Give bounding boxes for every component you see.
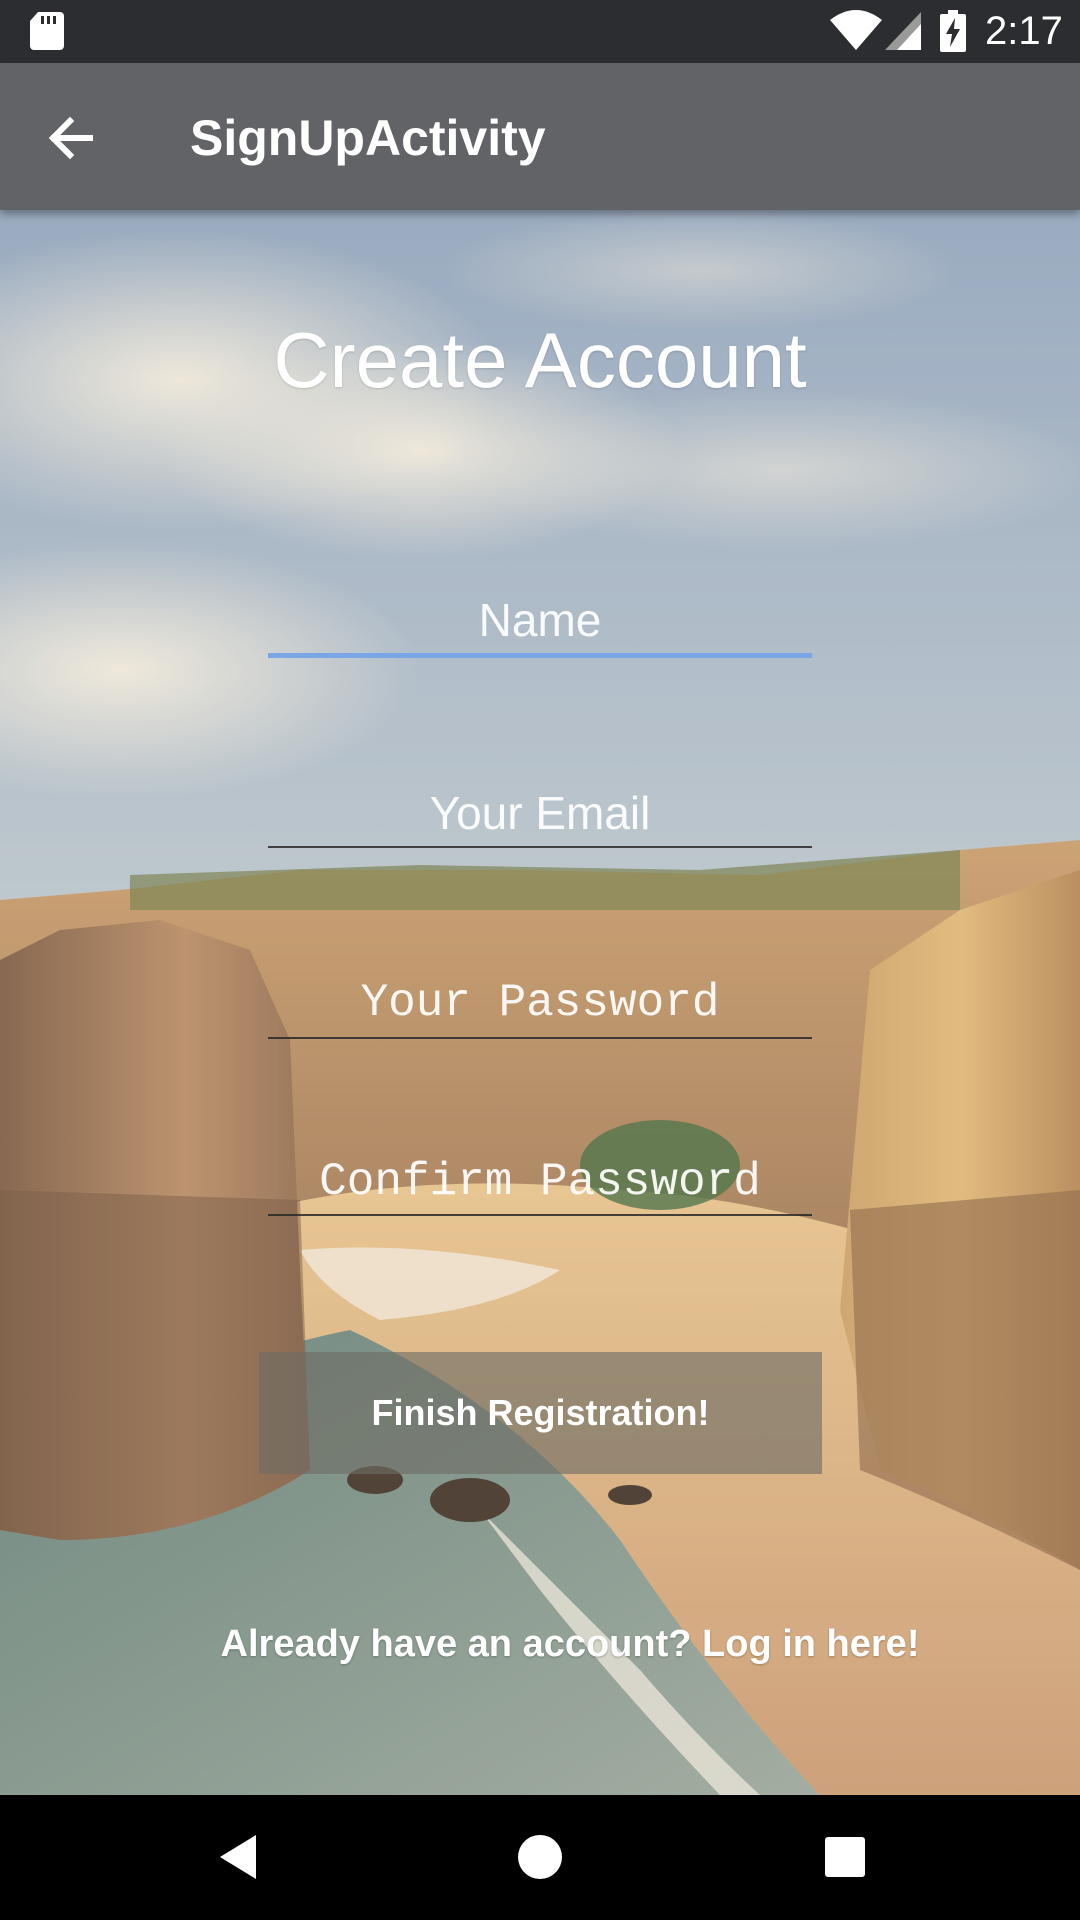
password-underline (268, 1037, 812, 1039)
confirm-password-input[interactable] (268, 1147, 812, 1217)
navigation-bar (0, 1795, 1080, 1920)
page-title: Create Account (273, 316, 807, 404)
arrow-back-icon[interactable] (38, 103, 108, 173)
nav-home-icon[interactable] (510, 1827, 570, 1887)
finish-registration-button[interactable]: Finish Registration! (259, 1352, 822, 1474)
nav-back-icon[interactable] (210, 1827, 270, 1887)
wifi-icon (830, 10, 882, 50)
email-underline (268, 846, 812, 848)
signup-screen: 2:17 SignUpActivity Create Account Name … (0, 0, 1080, 1920)
nav-recents-icon[interactable] (815, 1827, 875, 1887)
app-bar: SignUpActivity (0, 63, 1080, 210)
sd-card-icon (30, 12, 64, 50)
cell-signal-icon (885, 12, 921, 50)
login-link[interactable]: Already have an account? Log in here! (0, 1620, 1080, 1668)
clock: 2:17 (985, 9, 1063, 53)
status-bar: 2:17 (0, 0, 1080, 63)
email-input[interactable] (268, 778, 812, 848)
name-underline (268, 653, 812, 658)
password-input[interactable] (268, 968, 812, 1038)
app-title: SignUpActivity (190, 110, 546, 166)
name-input[interactable] (268, 585, 812, 655)
battery-charging-icon (940, 10, 966, 52)
confirm-password-underline (268, 1214, 812, 1216)
